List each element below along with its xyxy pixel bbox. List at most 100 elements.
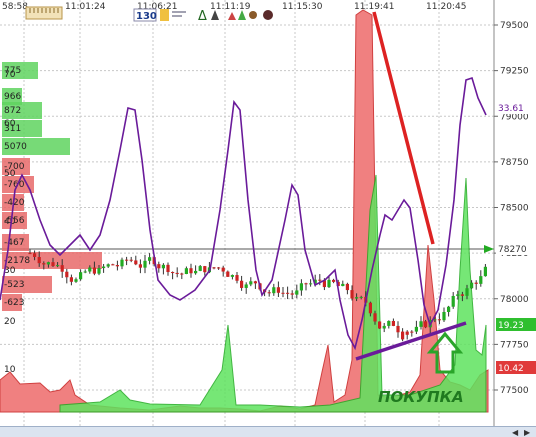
- left-scale-label: 70: [4, 70, 16, 80]
- candle-body: [198, 266, 202, 271]
- candle-body: [106, 264, 110, 267]
- candle-body: [350, 290, 354, 299]
- candle-body: [97, 268, 101, 274]
- horizontal-scrollbar[interactable]: ◀ ▶: [0, 426, 536, 437]
- candle-body: [180, 273, 184, 275]
- candle-body: [120, 259, 124, 267]
- profile-label: -623: [4, 298, 24, 308]
- candle-body: [447, 306, 451, 312]
- candle-body: [79, 272, 83, 280]
- flag-icon[interactable]: [160, 9, 169, 21]
- profile-label: 966: [4, 92, 21, 102]
- candle-body: [51, 262, 55, 267]
- price-tick-label: 78500: [500, 204, 529, 214]
- candle-body: [470, 282, 474, 289]
- candle-body: [37, 257, 41, 264]
- profile-label: 872: [4, 106, 21, 116]
- candle-body: [318, 279, 322, 281]
- candle-body: [414, 326, 418, 332]
- candle-body: [437, 319, 441, 321]
- candle-body: [359, 296, 363, 298]
- candle-body: [184, 268, 188, 274]
- candle-body: [74, 279, 78, 282]
- left-scale-label: 20: [4, 317, 16, 327]
- candle-body: [410, 331, 414, 333]
- candle-body: [295, 290, 299, 295]
- candle-body: [483, 266, 487, 277]
- candle-body: [401, 331, 405, 340]
- candle-body: [272, 287, 276, 294]
- candle-body: [125, 259, 129, 261]
- price-tick-label: 77750: [500, 340, 529, 350]
- candle-body: [194, 270, 198, 274]
- profile-label: 5070: [4, 142, 27, 152]
- candle-body: [83, 271, 87, 273]
- candle-body: [92, 267, 96, 274]
- candle-body: [226, 271, 230, 277]
- left-scale-label: 50: [4, 169, 16, 179]
- oscillator-value-tag: 33.61: [498, 104, 524, 114]
- candle-body: [456, 294, 460, 296]
- price-tick-label: 77500: [500, 386, 529, 396]
- candle-body: [102, 266, 106, 269]
- candle-body: [419, 321, 423, 327]
- candle-body: [203, 266, 207, 273]
- candle-body: [405, 331, 409, 335]
- candle-body: [424, 321, 428, 328]
- price-tick-label: 78750: [500, 158, 529, 168]
- candle-body: [309, 283, 313, 285]
- candle-body: [221, 267, 225, 272]
- candle-body: [249, 281, 253, 285]
- candle-body: [28, 253, 32, 255]
- candle-body: [382, 325, 386, 329]
- candle-body: [65, 271, 69, 278]
- candle-body: [391, 320, 395, 326]
- candle-body: [33, 253, 37, 258]
- candle-body: [88, 267, 92, 272]
- candle-body: [166, 264, 170, 273]
- candle-body: [286, 292, 290, 294]
- candle-body: [451, 295, 455, 307]
- candle-body: [189, 268, 193, 274]
- candle-body: [327, 279, 331, 288]
- annotation-buy-label: ПОКУПКА: [378, 388, 464, 406]
- candle-body: [267, 292, 271, 294]
- zoom-value: 130: [136, 11, 157, 22]
- candle-body: [244, 284, 248, 288]
- candle-body: [442, 311, 446, 321]
- time-label: 11:11:19: [210, 2, 251, 12]
- candle-body: [69, 277, 73, 282]
- profile-label: -467: [4, 238, 24, 248]
- candle-body: [175, 272, 179, 274]
- candle-body: [276, 287, 280, 293]
- profile-label: -2178: [4, 256, 30, 266]
- candle-body: [138, 264, 142, 268]
- candle-body: [253, 281, 257, 284]
- left-scale-label: 40: [4, 217, 16, 227]
- bear-icon[interactable]: [263, 10, 273, 20]
- candle-body: [115, 265, 119, 267]
- time-label: 58:58: [2, 2, 28, 12]
- candle-body: [111, 264, 115, 266]
- candle-body: [42, 263, 46, 265]
- candle-body: [157, 264, 161, 269]
- green-value-tag: 19.23: [498, 321, 524, 331]
- profile-label: -523: [4, 280, 24, 290]
- candle-body: [60, 265, 64, 272]
- candle-body: [460, 294, 464, 296]
- candle-body: [345, 283, 349, 291]
- time-label: 11:20:45: [426, 2, 466, 12]
- price-tick-label: 78000: [500, 295, 529, 305]
- delta-icon: Δ: [198, 9, 207, 24]
- candle-body: [148, 257, 152, 261]
- ruler-icon[interactable]: [25, 6, 63, 20]
- candle-body: [281, 292, 285, 294]
- candle-body: [134, 260, 138, 265]
- candle-body: [479, 276, 483, 284]
- trading-chart[interactable]: 7759668723115070-700-760-420-556-467-217…: [0, 0, 536, 436]
- candle-body: [373, 313, 377, 322]
- candle-body: [290, 293, 294, 295]
- candle-body: [299, 283, 303, 291]
- bull-icon[interactable]: [249, 11, 257, 19]
- current-price-tag: 78270: [498, 245, 527, 255]
